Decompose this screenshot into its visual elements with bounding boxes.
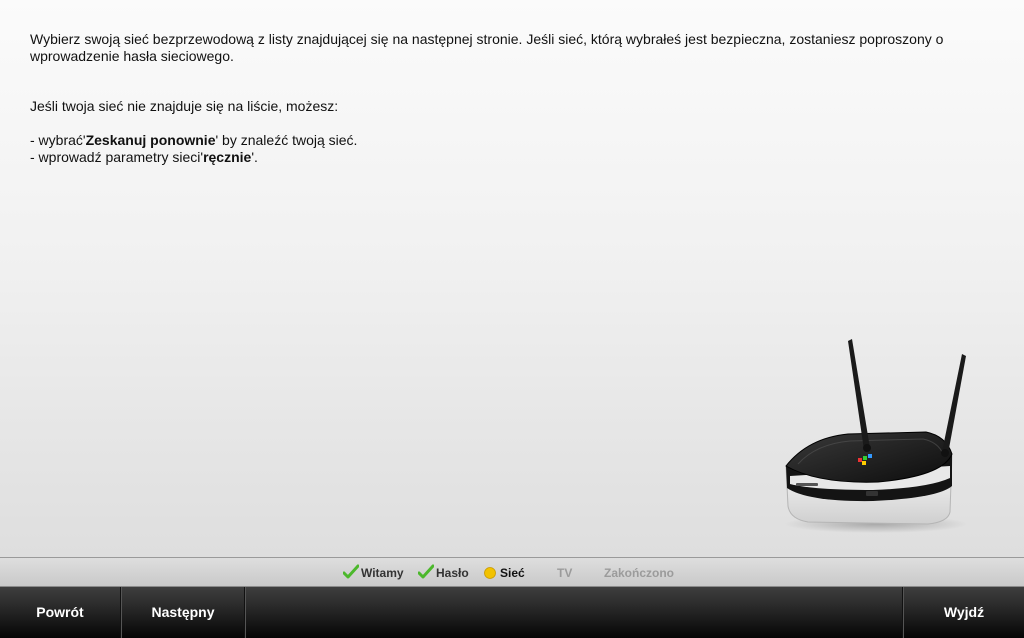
check-icon	[418, 564, 434, 579]
yellow-dot-icon	[484, 567, 496, 579]
option-manual: - wprowadź parametry sieci'ręcznie'.	[30, 149, 258, 165]
step-witamy: Witamy	[343, 564, 404, 580]
check-icon	[343, 564, 359, 579]
instructions-panel: Wybierz swoją sieć bezprzewodową z listy…	[30, 31, 990, 166]
progress-bar: Witamy Hasło Sieć TV Zakończono	[0, 557, 1024, 587]
step-tv: TV	[557, 566, 573, 580]
instruction-subtext: Jeśli twoja sieć nie znajduje się na liś…	[30, 98, 339, 114]
exit-button[interactable]: Wyjdź	[904, 587, 1024, 638]
step-haslo: Hasło	[418, 564, 469, 580]
next-button[interactable]: Następny	[122, 587, 244, 638]
option-rescan: - wybrać'Zeskanuj ponownie' by znaleźć t…	[30, 132, 358, 148]
rescan-label: Zeskanuj ponownie	[85, 132, 216, 148]
instruction-text: Wybierz swoją sieć bezprzewodową z listy…	[30, 31, 944, 64]
footer-separator	[244, 587, 246, 638]
step-siec: Sieć	[484, 566, 525, 580]
router-image	[784, 339, 968, 533]
step-zakonczono: Zakończono	[604, 566, 675, 580]
options-list: - wybrać'Zeskanuj ponownie' by znaleźć t…	[30, 132, 990, 166]
manual-label: ręcznie	[203, 149, 252, 165]
back-button[interactable]: Powrót	[0, 587, 120, 638]
footer-bar: Powrót Następny Wyjdź	[0, 587, 1024, 638]
